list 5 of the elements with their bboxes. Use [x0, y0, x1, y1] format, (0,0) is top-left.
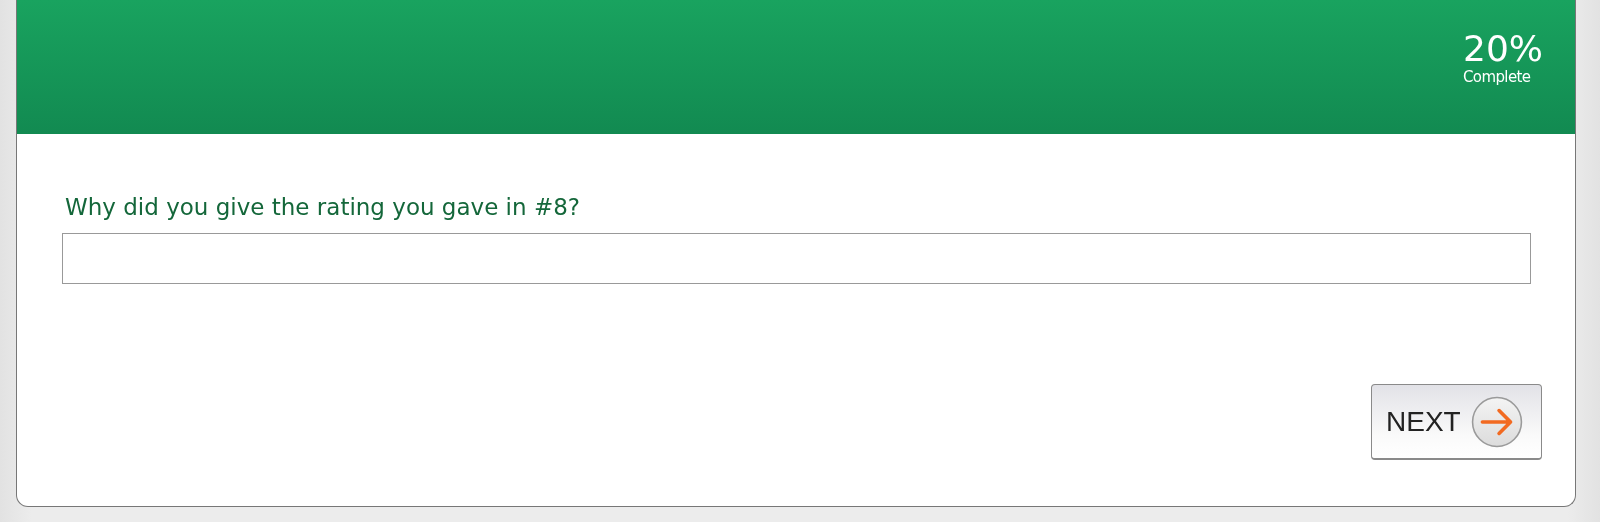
answer-field[interactable]: [62, 233, 1531, 284]
question-text: Why did you give the rating you gave in #8?: [65, 193, 581, 222]
progress-percent: 20%: [1463, 30, 1543, 68]
progress-label: Complete: [1463, 68, 1531, 86]
next-button[interactable]: NEXT: [1371, 384, 1542, 460]
